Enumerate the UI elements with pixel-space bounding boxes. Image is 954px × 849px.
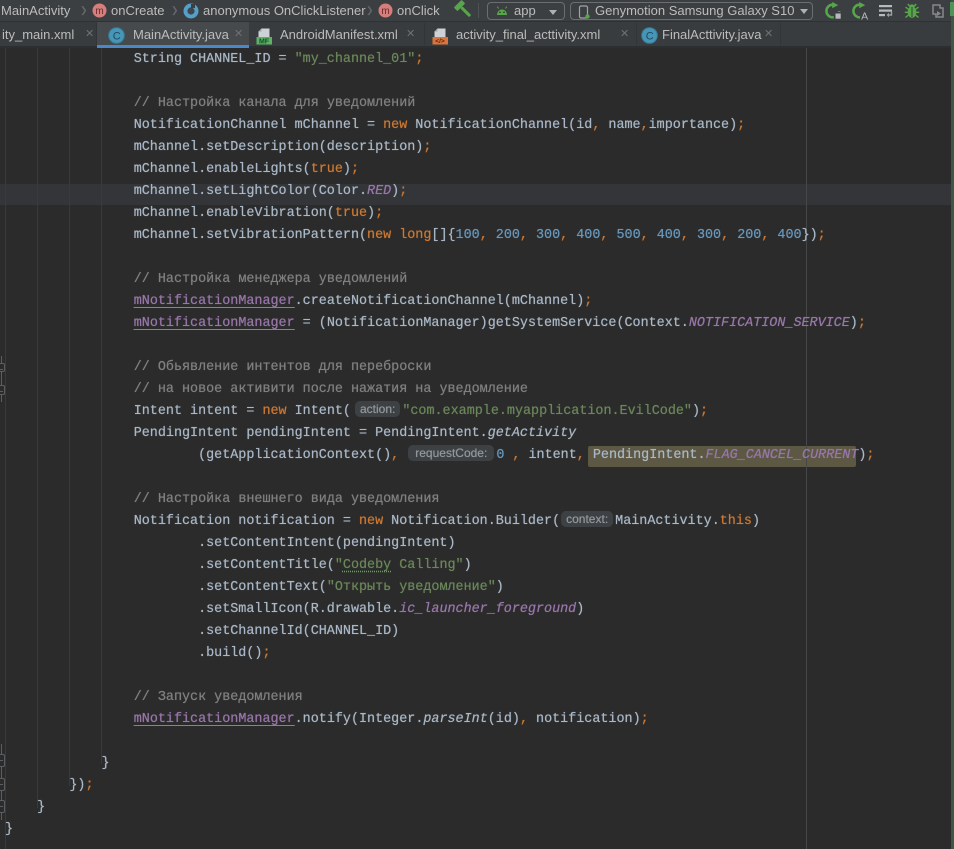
svg-text:C: C	[113, 31, 121, 43]
svg-text:m: m	[381, 6, 389, 17]
svg-text:m: m	[95, 6, 103, 17]
svg-text:A: A	[861, 11, 868, 21]
svg-text:MF: MF	[259, 38, 270, 45]
svg-text:</>: </>	[435, 38, 445, 45]
svg-text:C: C	[646, 31, 654, 43]
